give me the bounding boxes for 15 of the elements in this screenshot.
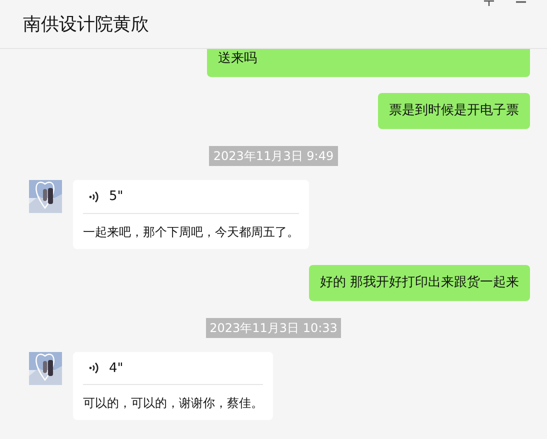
voice-transcript: 一起来吧，那个下周吧，今天都周五了。	[83, 224, 299, 240]
chat-title: 南供设计院黄欣	[23, 12, 149, 36]
timestamp: 2023年11月3日 9:49	[209, 146, 338, 166]
message-bubble: 送来吗	[207, 49, 530, 77]
voice-duration: 5"	[109, 188, 124, 206]
minimize-icon[interactable]	[516, 0, 526, 4]
voice-icon	[89, 190, 99, 204]
voice-transcript: 可以的，可以的，谢谢你，蔡佳。	[83, 395, 263, 412]
voice-message-bubble[interactable]: 4" 可以的，可以的，谢谢你，蔡佳。	[73, 352, 273, 420]
voice-icon	[89, 361, 99, 376]
message-bubble: 票是到时候是开电子票	[378, 93, 530, 129]
message-bubble: 好的 那我开好打印出来跟货一起来	[308, 264, 530, 300]
timestamp: 2023年11月3日 10:33	[206, 318, 342, 338]
voice-message-bubble[interactable]: 5" 一起来吧，那个下周吧，今天都周五了。	[73, 180, 309, 248]
voice-duration: 4"	[109, 360, 124, 378]
